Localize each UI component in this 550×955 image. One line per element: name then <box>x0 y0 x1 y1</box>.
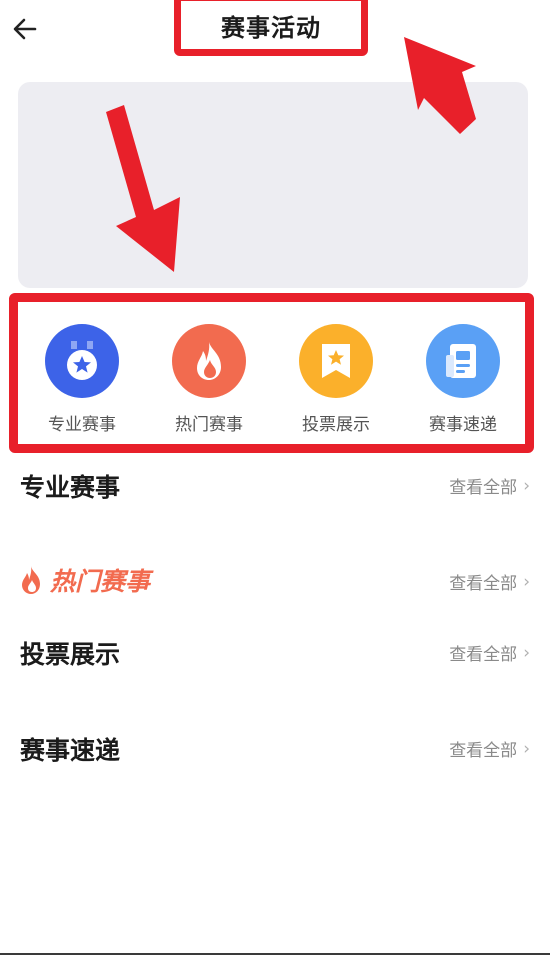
category-label: 专业赛事 <box>48 415 116 435</box>
view-all-label: 查看全部 <box>449 645 518 665</box>
chevron-right-icon: › <box>523 571 530 592</box>
chevron-right-icon: › <box>523 738 530 759</box>
hot-section-label: 热门赛事 <box>50 567 151 596</box>
flame-icon <box>172 324 246 398</box>
chevron-right-icon: › <box>523 642 530 663</box>
flame-icon <box>22 566 40 594</box>
view-all-professional[interactable]: 查看全部 › <box>449 473 530 499</box>
category-hot[interactable]: 热门赛事 <box>154 324 264 444</box>
section-title-vote: 投票展示 <box>20 640 121 669</box>
category-label: 热门赛事 <box>175 415 243 435</box>
view-all-label: 查看全部 <box>449 741 518 761</box>
view-all-label: 查看全部 <box>449 574 518 594</box>
category-vote[interactable]: 投票展示 <box>281 324 391 444</box>
medal-star-icon <box>45 324 119 398</box>
section-title-hot: 热门赛事 <box>18 562 150 598</box>
view-all-vote[interactable]: 查看全部 › <box>449 640 530 666</box>
view-all-news[interactable]: 查看全部 › <box>449 736 530 762</box>
category-professional[interactable]: 专业赛事 <box>27 324 137 444</box>
view-all-hot[interactable]: 查看全部 › <box>449 569 530 595</box>
chevron-right-icon: › <box>523 475 530 496</box>
section-title-professional: 专业赛事 <box>20 473 121 502</box>
section-title-news: 赛事速递 <box>20 736 121 765</box>
category-news[interactable]: 赛事速递 <box>408 324 518 444</box>
view-all-label: 查看全部 <box>449 478 518 498</box>
category-label: 投票展示 <box>302 415 370 435</box>
bookmark-star-icon <box>299 324 373 398</box>
news-icon <box>426 324 500 398</box>
annotation-arrow-categories <box>106 105 180 272</box>
category-label: 赛事速递 <box>429 415 497 435</box>
